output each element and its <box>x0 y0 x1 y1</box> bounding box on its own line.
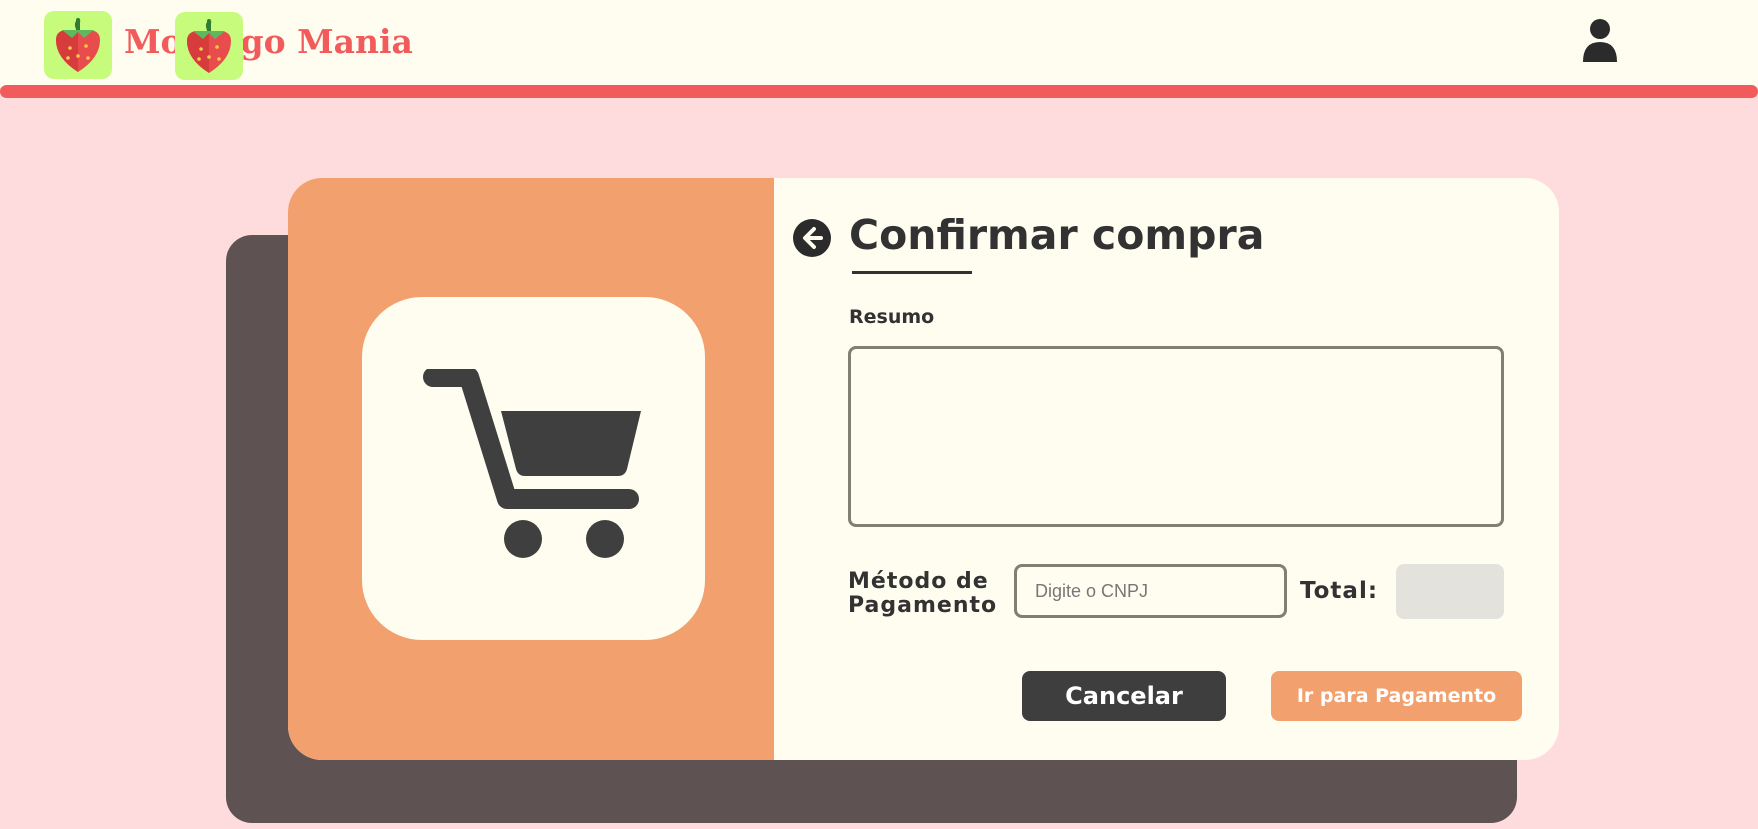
shopping-cart-icon <box>422 368 641 558</box>
total-label: Total: <box>1300 578 1379 604</box>
user-icon[interactable] <box>1580 18 1620 64</box>
page-title: Confirmar compra <box>849 211 1265 259</box>
header-divider <box>0 85 1758 98</box>
strawberry-logo-icon <box>175 12 243 80</box>
summary-label: Resumo <box>849 306 935 328</box>
brand-name: Mo go Mania <box>124 22 413 61</box>
cart-tile <box>362 297 705 640</box>
cnpj-input[interactable] <box>1014 564 1287 618</box>
summary-textarea[interactable] <box>848 346 1504 527</box>
title-underline <box>852 271 972 274</box>
go-to-payment-button[interactable]: Ir para Pagamento <box>1271 671 1522 721</box>
cancel-button[interactable]: Cancelar <box>1022 671 1226 721</box>
purchase-card: Confirmar compra Resumo Método de Pagame… <box>288 178 1559 760</box>
arrow-left-circle-icon[interactable] <box>792 218 832 258</box>
card-illustration-panel <box>288 178 774 760</box>
total-value-box <box>1396 564 1504 619</box>
top-header: Mo go Mania <box>0 0 1758 88</box>
payment-method-label: Método de Pagamento <box>848 569 998 618</box>
strawberry-logo-icon[interactable] <box>44 11 112 79</box>
